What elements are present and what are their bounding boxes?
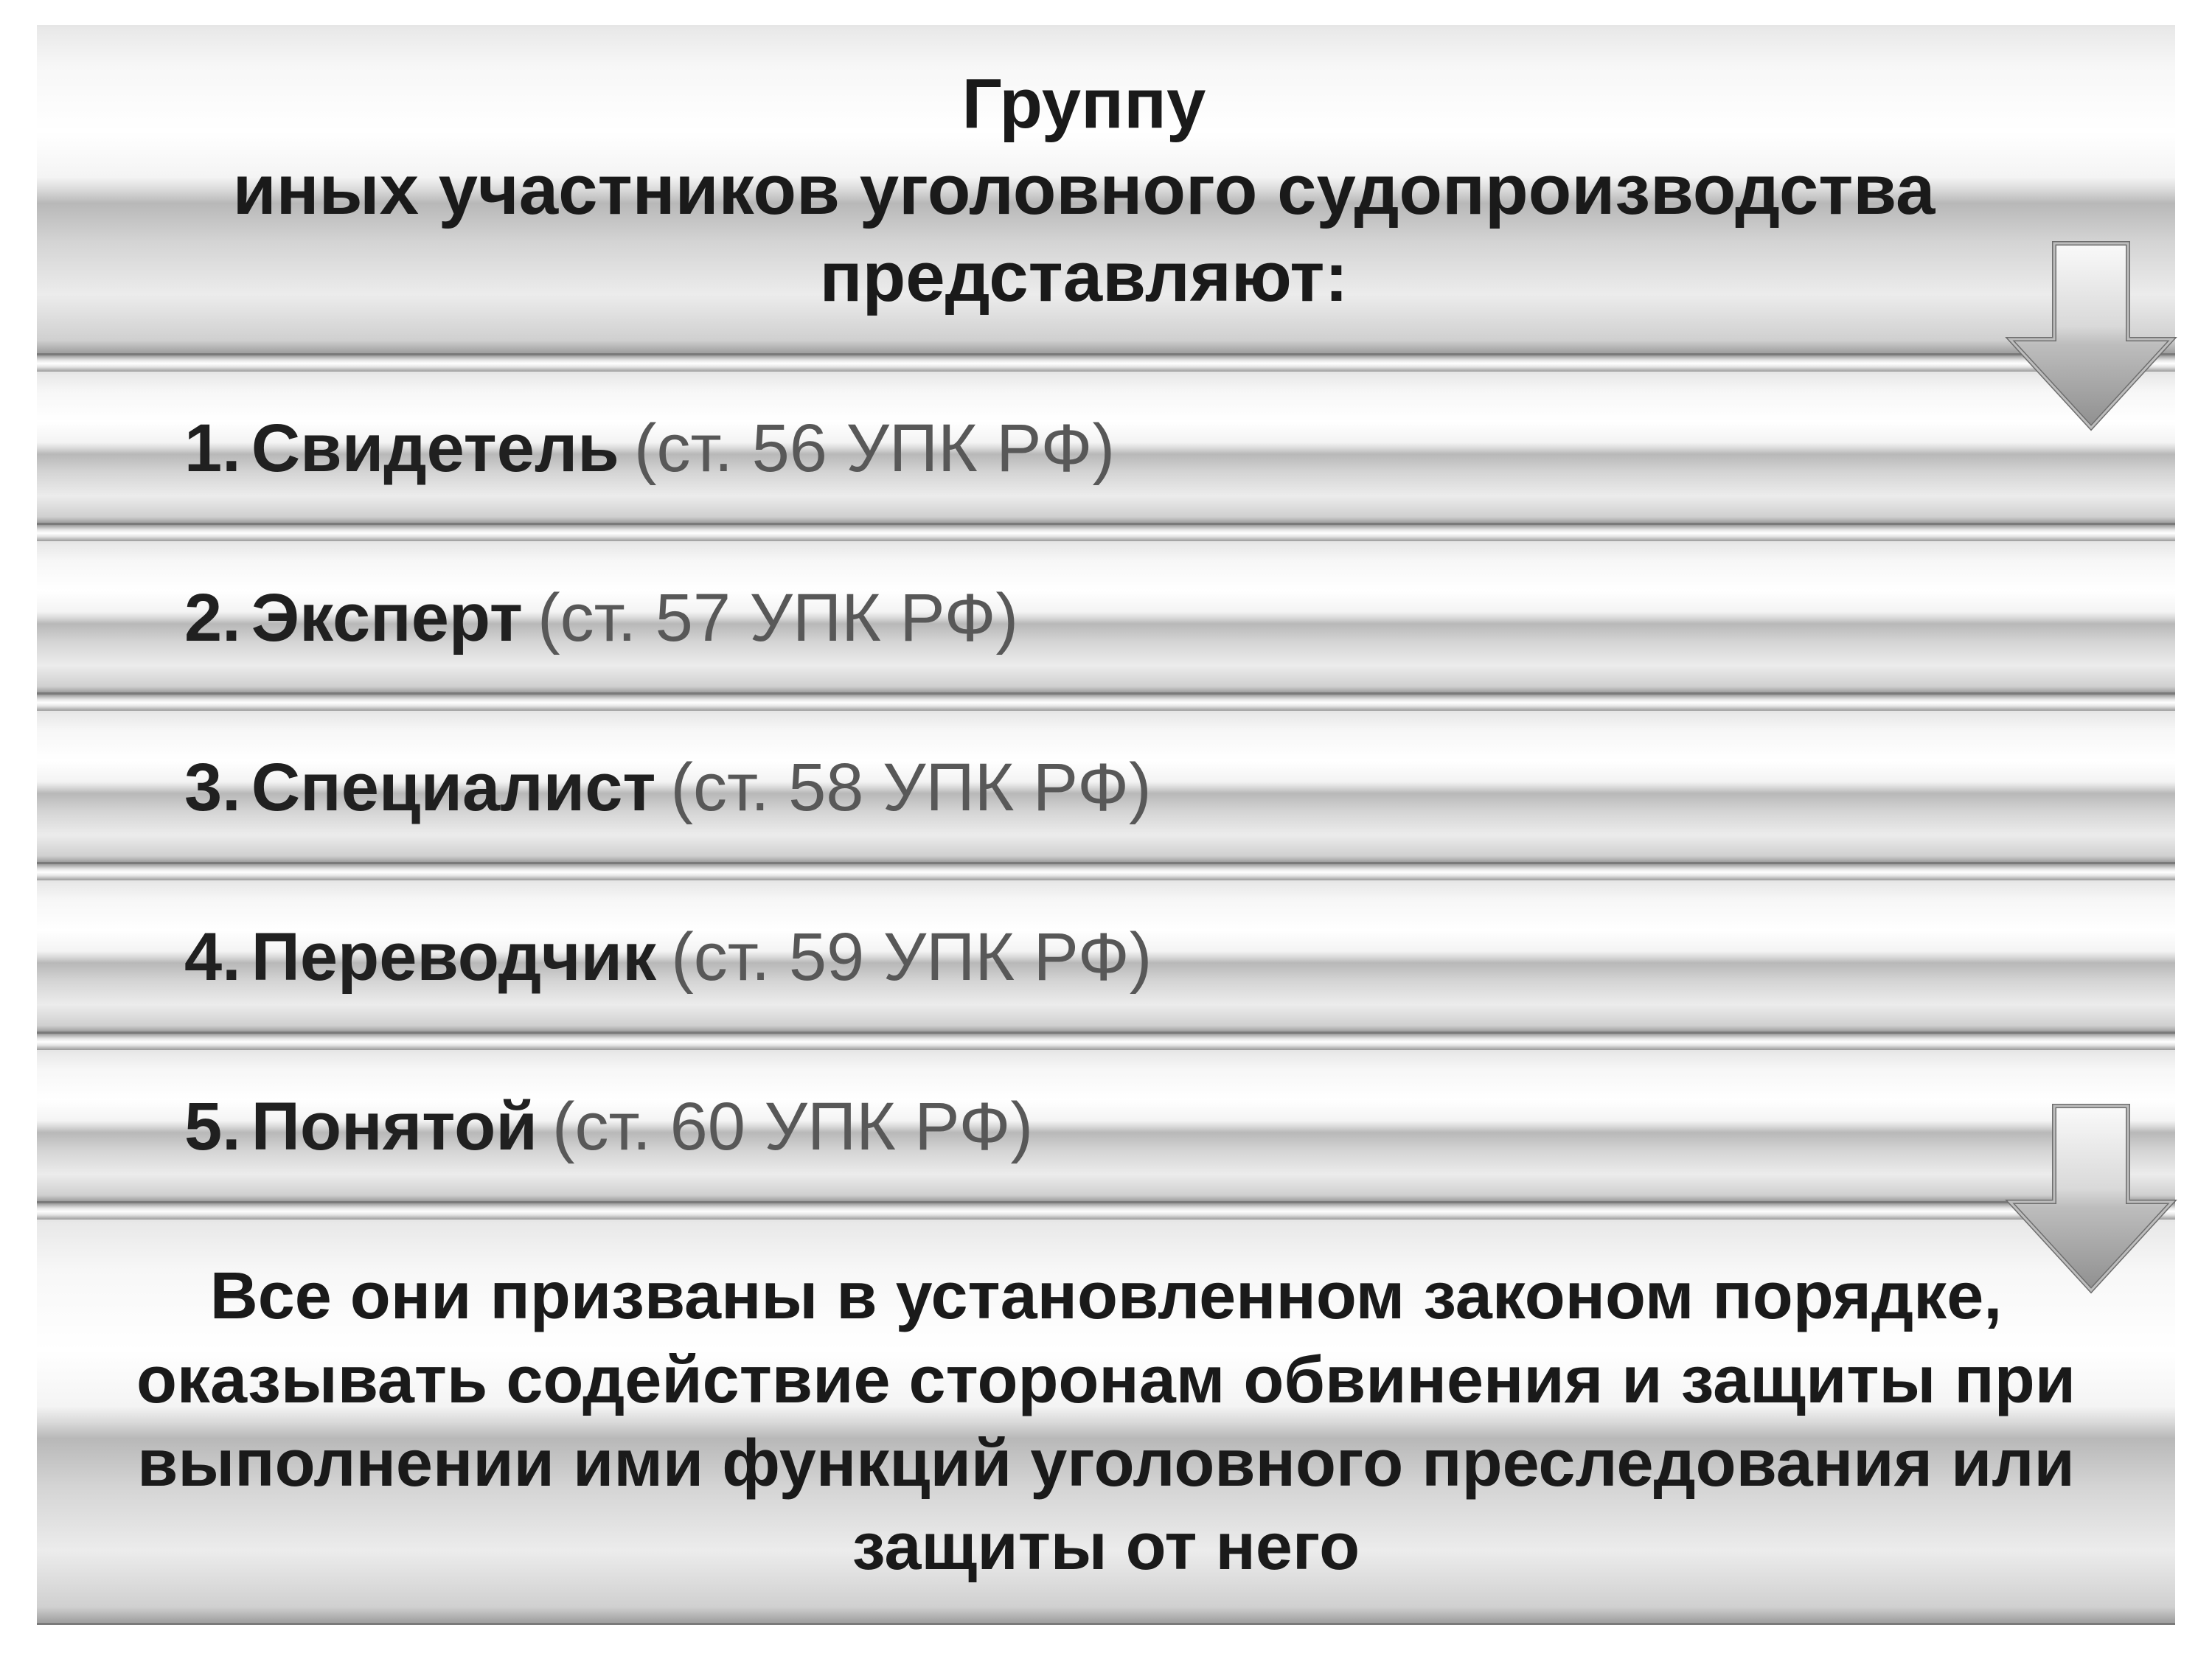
- list-item: 2. Эксперт (ст. 57 УПК РФ): [37, 541, 2175, 695]
- item-term: Свидетель: [251, 410, 619, 487]
- footer-bar: Все они призваны в установленном законом…: [37, 1220, 2175, 1625]
- item-term: Эксперт: [251, 580, 523, 657]
- list-item: 5. Понятой (ст. 60 УПК РФ): [37, 1050, 2175, 1203]
- item-number: 2.: [184, 580, 241, 657]
- item-term: Понятой: [251, 1088, 538, 1166]
- divider: [37, 355, 2175, 372]
- slide: Группу иных участников уголовного судопр…: [0, 0, 2212, 1659]
- divider: [37, 695, 2175, 711]
- item-ref: (ст. 60 УПК РФ): [552, 1088, 1033, 1166]
- content-panel: Группу иных участников уголовного судопр…: [37, 25, 2175, 1625]
- item-number: 4.: [184, 919, 241, 996]
- list-item: 3. Специалист (ст. 58 УПК РФ): [37, 711, 2175, 864]
- divider: [37, 1034, 2175, 1050]
- header-line-3: представляют:: [820, 234, 1349, 320]
- item-number: 3.: [184, 749, 241, 827]
- item-ref: (ст. 57 УПК РФ): [538, 580, 1018, 657]
- footer-text: Все они призваны в установленном законом…: [88, 1255, 2124, 1590]
- item-number: 1.: [184, 410, 241, 487]
- header-bar: Группу иных участников уголовного судопр…: [37, 25, 2175, 355]
- divider: [37, 525, 2175, 541]
- item-term: Переводчик: [251, 919, 656, 996]
- header-line-1: Группу: [962, 60, 1206, 147]
- item-number: 5.: [184, 1088, 241, 1166]
- item-ref: (ст. 59 УПК РФ): [671, 919, 1152, 996]
- divider: [37, 1203, 2175, 1220]
- item-term: Специалист: [251, 749, 656, 827]
- item-ref: (ст. 58 УПК РФ): [670, 749, 1151, 827]
- divider: [37, 864, 2175, 880]
- item-ref: (ст. 56 УПК РФ): [634, 410, 1115, 487]
- header-line-2: иных участников уголовного судопроизводс…: [233, 147, 1935, 233]
- list-item: 1. Свидетель (ст. 56 УПК РФ): [37, 372, 2175, 525]
- list-item: 4. Переводчик (ст. 59 УПК РФ): [37, 880, 2175, 1034]
